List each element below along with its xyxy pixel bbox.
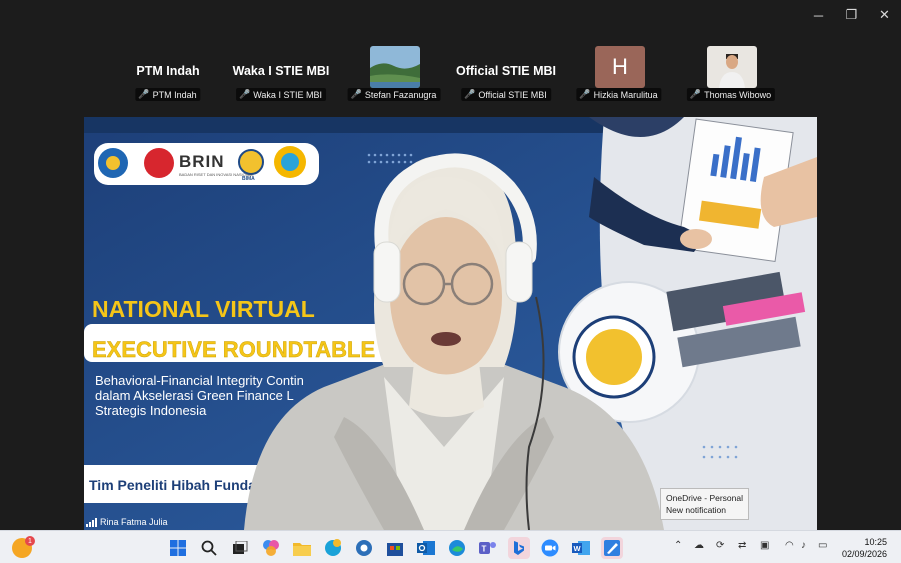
participant-tile[interactable]: 🎤 Thomas Wibowo	[676, 44, 786, 104]
onedrive-notification[interactable]: OneDrive - Personal New notification	[660, 488, 749, 520]
teams-icon[interactable]: T	[477, 537, 499, 559]
chevron-up-icon[interactable]: ⌃	[674, 540, 682, 551]
person-photo-icon	[707, 46, 757, 88]
screen-icon[interactable]: ▣	[760, 540, 769, 551]
bima-logo-text: BIMA	[242, 176, 255, 182]
svg-text:W: W	[574, 544, 582, 553]
taskbar-clock[interactable]: 10:25 02/09/2026	[842, 536, 887, 560]
video-call-window: ─ ❐ ✕ PTM Indah 🎤 PTM Indah Waka I STIE M…	[0, 0, 901, 530]
participant-label: 🎤 Waka I STIE MBI	[236, 88, 326, 101]
participant-tile[interactable]: 🎤 Stefan Fazanugra	[339, 44, 449, 104]
active-speaker-label: Rina Fatma Julia	[86, 517, 168, 527]
volume-icon[interactable]: ♪	[801, 540, 806, 551]
paint-icon[interactable]	[601, 537, 623, 559]
slide-title-line1: NATIONAL VIRTUAL	[92, 296, 315, 322]
brin-logo-text: BRIN	[179, 152, 225, 171]
slide-subtitle-line3: Strategis Indonesia	[95, 403, 207, 418]
zoom-icon[interactable]	[539, 537, 561, 559]
sync-icon[interactable]: ⟳	[716, 540, 724, 551]
participant-label: 🎤 Stefan Fazanugra	[347, 88, 441, 101]
main-video-stage[interactable]: BRIN BADAN RISET DAN INOVASI NASIONAL BI…	[84, 117, 817, 530]
participant-tile[interactable]: PTM Indah 🎤 PTM Indah	[113, 44, 223, 104]
battery-icon[interactable]: ▭	[818, 540, 827, 551]
landscape-photo-icon	[370, 46, 420, 88]
file-explorer-icon[interactable]	[291, 537, 313, 559]
task-view-icon[interactable]	[229, 537, 251, 559]
mic-muted-icon: 🎤	[239, 89, 251, 99]
mic-muted-icon: 🎤	[138, 89, 150, 99]
shared-slide: BRIN BADAN RISET DAN INOVASI NASIONAL BI…	[84, 117, 817, 530]
slide-subtitle-line1: Behavioral-Financial Integrity Contin	[95, 373, 304, 388]
start-icon[interactable]	[167, 537, 189, 559]
participant-tile[interactable]: Waka I STIE MBI 🎤 Waka I STIE MBI	[226, 44, 336, 104]
search-icon[interactable]	[198, 537, 220, 559]
mic-muted-icon: 🎤	[689, 89, 702, 99]
participant-label: 🎤 Official STIE MBI	[461, 88, 551, 101]
outlook-icon[interactable]	[415, 537, 437, 559]
notification-body: New notification	[666, 505, 727, 515]
participant-label: 🎤 PTM Indah	[135, 88, 201, 101]
clock-time: 10:25	[864, 537, 887, 547]
participant-video-thumbnail	[370, 46, 420, 88]
svg-text:T: T	[482, 545, 487, 554]
edge-icon[interactable]	[446, 537, 468, 559]
slide-title-line2: EXECUTIVE ROUNDTABLE	[92, 337, 375, 362]
edge-dev-icon[interactable]	[322, 537, 344, 559]
participant-name: Waka I STIE MBI	[232, 64, 330, 78]
mic-muted-icon: 🎤	[464, 89, 476, 99]
participant-name: Official STIE MBI	[455, 64, 556, 78]
participant-tile[interactable]: Official STIE MBI 🎤 Official STIE MBI	[451, 44, 561, 104]
copilot-icon[interactable]	[260, 537, 282, 559]
windows-taskbar: 1 T W ⌃ ☁ ⟳ ⇄ ▣ ◠ ♪ ▭ 10:25 02/09/2026	[0, 530, 901, 563]
mic-muted-icon: 🎤	[350, 89, 362, 99]
participant-video-thumbnail	[707, 46, 757, 88]
mic-muted-icon: 🎤	[579, 89, 591, 99]
participant-name: PTM Indah	[136, 64, 200, 78]
participant-label: 🎤 Thomas Wibowo	[686, 88, 776, 101]
window-controls: ─ ❐ ✕	[802, 0, 901, 30]
wifi-icon[interactable]: ◠	[785, 540, 794, 551]
slide-team-line: Tim Peneliti Hibah Funda	[89, 477, 256, 493]
participant-avatar: H	[595, 46, 645, 88]
participant-strip: PTM Indah 🎤 PTM Indah Waka I STIE MBI 🎤 Wa…	[0, 44, 901, 104]
share-icon[interactable]: ⇄	[738, 540, 746, 551]
clock-date: 02/09/2026	[841, 549, 887, 559]
notification-title: OneDrive - Personal	[666, 493, 744, 503]
weather-widget-icon[interactable]: 1	[12, 536, 35, 558]
participant-label: 🎤 Hizkia Marulitua	[576, 88, 662, 101]
slide-subtitle-line2: dalam Akselerasi Green Finance L	[95, 388, 294, 403]
close-button[interactable]: ✕	[868, 0, 901, 30]
camera-app-icon[interactable]	[353, 537, 375, 559]
participant-tile[interactable]: H 🎤 Hizkia Marulitua	[564, 44, 674, 104]
word-icon[interactable]: W	[570, 537, 592, 559]
minimize-button[interactable]: ─	[802, 0, 835, 30]
store-icon[interactable]	[384, 537, 406, 559]
signal-strength-icon	[86, 517, 97, 527]
bing-icon[interactable]	[508, 537, 530, 559]
onedrive-icon[interactable]: ☁	[694, 540, 704, 551]
restore-button[interactable]: ❐	[835, 0, 868, 30]
